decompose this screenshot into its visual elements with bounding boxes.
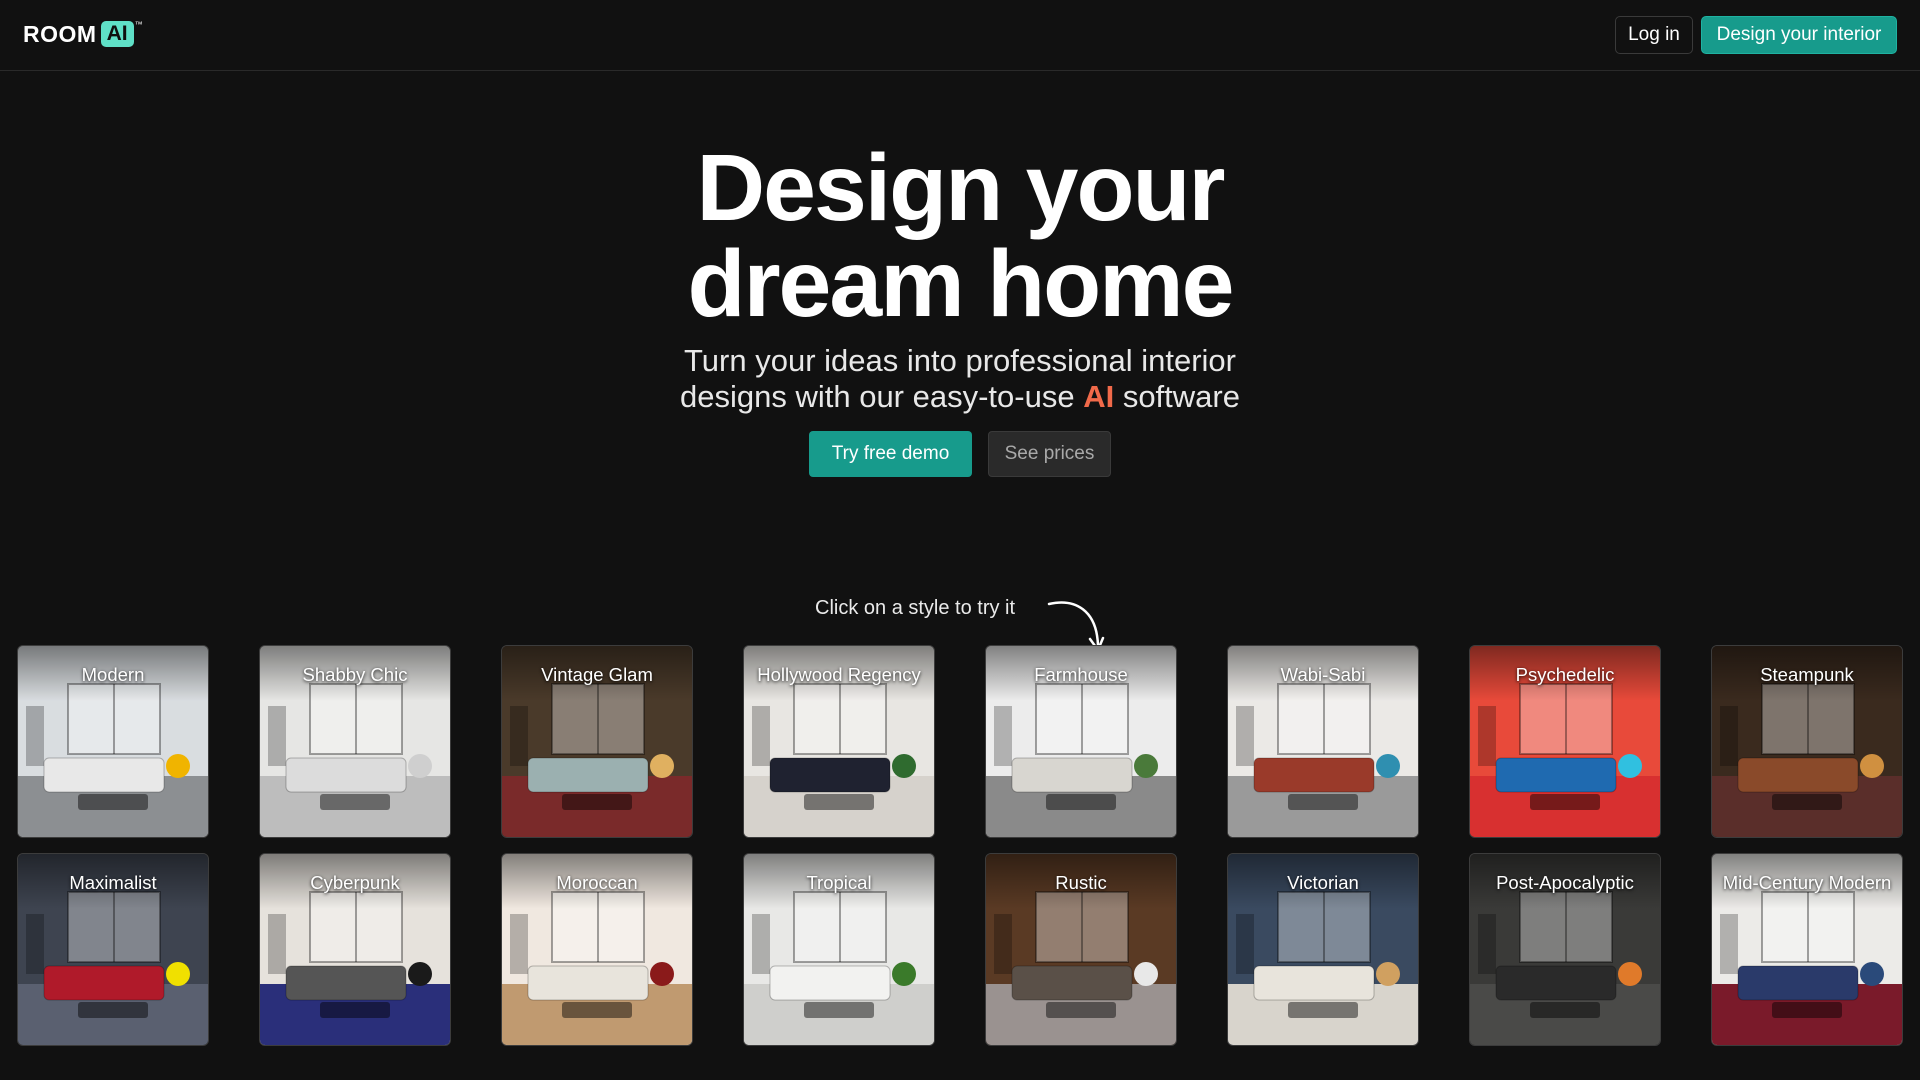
logo-trademark: ™ [134, 20, 143, 29]
style-card-steampunk[interactable]: Steampunk [1711, 645, 1903, 838]
style-card-farmhouse[interactable]: Farmhouse [985, 645, 1177, 838]
logo-ai-badge: AI [100, 21, 134, 47]
hero-subtitle-ai: AI [1083, 379, 1115, 414]
see-prices-button[interactable]: See prices [988, 431, 1111, 477]
style-card-vintage-glam[interactable]: Vintage Glam [501, 645, 693, 838]
style-card-label: Cyberpunk [310, 872, 400, 893]
style-card-label: Shabby Chic [302, 664, 408, 685]
hero-subtitle-line2-pre: designs with our easy-to-use [680, 379, 1084, 414]
hero-subtitle-line2-post: software [1114, 379, 1240, 414]
style-card-label: Wabi-Sabi [1280, 664, 1366, 685]
style-card-post-apocalyptic[interactable]: Post-Apocalyptic [1469, 853, 1661, 1046]
style-card-rustic[interactable]: Rustic [985, 853, 1177, 1046]
style-card-psychedelic[interactable]: Psychedelic [1469, 645, 1661, 838]
style-card-tropical[interactable]: Tropical [743, 853, 935, 1046]
style-card-label: Psychedelic [1515, 664, 1615, 685]
logo-room-text: ROOM [23, 20, 97, 47]
style-card-modern[interactable]: Modern [17, 645, 209, 838]
style-card-label: Steampunk [1760, 664, 1854, 685]
style-card-label: Moroccan [556, 872, 638, 893]
hero-title: Design your dream home [0, 140, 1920, 332]
style-card-moroccan[interactable]: Moroccan [501, 853, 693, 1046]
hero-title-line2: dream home [687, 231, 1235, 337]
style-card-label: Mid-Century Modern [1722, 872, 1892, 893]
style-card-shabby-chic[interactable]: Shabby Chic [259, 645, 451, 838]
style-card-label: Maximalist [69, 872, 157, 893]
top-navigation-bar: ROOM AI ™ Log in Design your interior [0, 0, 1920, 71]
style-card-label: Farmhouse [1034, 664, 1128, 685]
style-card-label: Rustic [1055, 872, 1107, 893]
style-card-label: Vintage Glam [541, 664, 653, 685]
style-hint-text: Click on a style to try it [815, 597, 1016, 619]
style-card-label: Modern [81, 664, 145, 685]
design-your-interior-button[interactable]: Design your interior [1701, 16, 1897, 54]
style-card-wabi-sabi[interactable]: Wabi-Sabi [1227, 645, 1419, 838]
hero-title-line1: Design your [696, 135, 1226, 241]
style-card-maximalist[interactable]: Maximalist [17, 853, 209, 1046]
style-card-label: Victorian [1287, 872, 1359, 893]
style-card-label: Tropical [806, 872, 872, 893]
style-card-cyberpunk[interactable]: Cyberpunk [259, 853, 451, 1046]
hero-subtitle: Turn your ideas into professional interi… [0, 343, 1920, 415]
style-card-label: Hollywood Regency [757, 664, 921, 685]
hero-subtitle-line1: Turn your ideas into professional interi… [684, 343, 1236, 378]
style-card-hollywood-regency[interactable]: Hollywood Regency [743, 645, 935, 838]
style-card-mid-century-modern[interactable]: Mid-Century Modern [1711, 853, 1903, 1046]
style-card-victorian[interactable]: Victorian [1227, 853, 1419, 1046]
room-ai-logo[interactable]: ROOM AI ™ [23, 20, 143, 48]
try-free-demo-button[interactable]: Try free demo [809, 431, 972, 477]
style-card-label: Post-Apocalyptic [1496, 872, 1634, 893]
login-button[interactable]: Log in [1615, 16, 1693, 54]
